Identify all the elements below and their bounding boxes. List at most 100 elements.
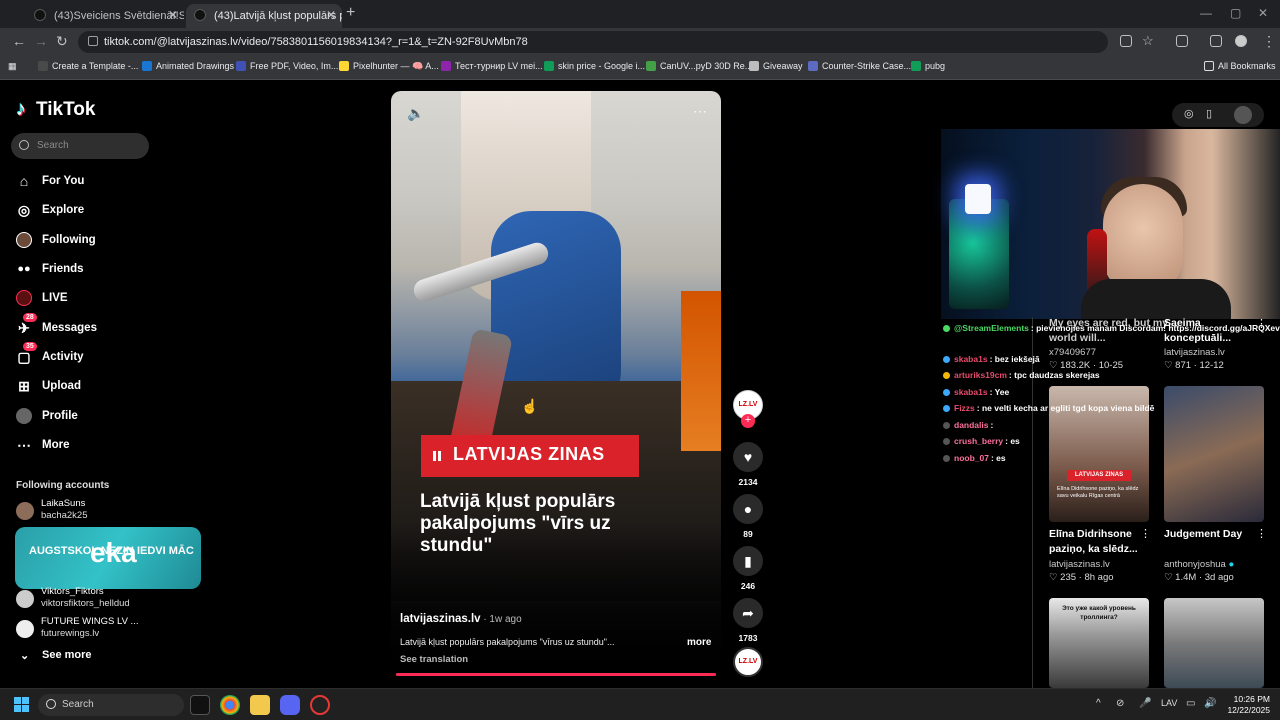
browser-tab-active[interactable]: (43)Latvijā kļust populārs pakal ✕ [186, 4, 342, 28]
taskbar-clock[interactable]: 10:26 PM 12/22/2025 [1222, 694, 1270, 716]
share-button[interactable]: ➦ 1783 [733, 598, 763, 643]
grid-card-thumbnail[interactable] [1164, 598, 1264, 688]
bookmark-item[interactable]: pubg [911, 61, 945, 71]
coin-icon[interactable]: ◎ [1184, 107, 1194, 120]
bookmark-item[interactable]: Giveaway [749, 61, 803, 71]
device-icon[interactable]: ▯ [1206, 107, 1212, 120]
see-more-button[interactable]: ⌄ See more [16, 649, 92, 662]
taskbar-search[interactable]: Search [38, 694, 184, 716]
grid-card-title[interactable]: Judgement Day [1164, 527, 1264, 542]
all-bookmarks-button[interactable]: All Bookmarks [1204, 61, 1276, 71]
bookmark-item[interactable]: Free PDF, Video, Im... [236, 61, 338, 71]
like-count: 2134 [738, 477, 758, 487]
file-explorer-icon[interactable] [250, 695, 270, 715]
grid-card-author[interactable]: latvijaszinas.lv [1049, 559, 1110, 570]
nav-friends[interactable]: ●● Friends [16, 258, 83, 282]
card-kebab-icon[interactable]: ⋮ [1256, 527, 1267, 540]
search-input[interactable]: Search [11, 133, 149, 159]
address-bar[interactable]: tiktok.com/@latvijaszinas.lv/video/75838… [78, 31, 1108, 53]
browser-title-bar: (43)Sveiciens SvētdienāI!Sveicien ✕ (43)… [0, 0, 1280, 28]
nav-upload[interactable]: ⊞ Upload [16, 375, 81, 399]
following-account[interactable]: LaikaSuns bacha2k25 [16, 498, 87, 522]
close-tab-icon[interactable]: ✕ [168, 8, 178, 22]
bookmark-item[interactable]: Тест-турнир LV mei... [441, 61, 543, 71]
extensions-icon[interactable] [1176, 35, 1188, 47]
profile-icon [16, 408, 32, 424]
save-button[interactable]: ▮ 246 [733, 546, 763, 591]
profile-avatar-icon[interactable] [1235, 35, 1247, 47]
tray-volume-icon[interactable]: 🔊 [1204, 698, 1216, 709]
back-icon[interactable]: ← [12, 33, 26, 49]
new-tab-button[interactable]: + [346, 4, 355, 22]
grid-card-thumbnail[interactable]: Это уже какой уровень троллинга? [1049, 598, 1149, 688]
nav-following[interactable]: Following [16, 229, 96, 253]
volume-icon[interactable]: 🔈 [407, 105, 424, 122]
bookmark-item[interactable]: Create a Template -... [38, 61, 138, 71]
see-translation-button[interactable]: See translation [400, 654, 468, 665]
site-info-icon[interactable] [88, 36, 98, 46]
close-window-icon[interactable]: ✕ [1258, 6, 1268, 20]
tiktok-logo[interactable]: ♪ TikTok [16, 98, 95, 121]
reading-list-icon[interactable] [1210, 35, 1222, 47]
more-options-icon[interactable]: ⋯ [693, 103, 707, 120]
account-handle: viktorsfiktors_helldud [41, 598, 130, 609]
browser-tab[interactable]: (43)Sveiciens SvētdienāI!Sveicien ✕ [26, 4, 184, 28]
close-tab-icon[interactable]: ✕ [326, 8, 336, 22]
tray-chevron-icon[interactable]: ^ [1096, 698, 1101, 709]
tray-mic-icon[interactable]: 🎤 [1139, 698, 1151, 709]
chat-badge-icon [943, 389, 950, 396]
language-indicator[interactable]: LAV [1161, 698, 1177, 708]
following-account[interactable]: Viktors_Fiktors viktorsfiktors_helldud [16, 586, 130, 610]
tray-network-icon[interactable]: ⊘ [1116, 698, 1124, 709]
card-kebab-icon[interactable]: ⋮ [1140, 527, 1151, 540]
cast-icon[interactable] [1120, 35, 1132, 47]
chat-badge-icon [943, 422, 950, 429]
tiktok-note-icon: ♪ [16, 98, 26, 120]
caption-more-button[interactable]: more [687, 637, 711, 648]
bookmark-item[interactable]: CanUV...pyD 30D Re... [646, 61, 752, 71]
following-account[interactable]: FUTURE WINGS LV ... futurewings.lv [16, 616, 138, 640]
user-avatar[interactable] [1234, 106, 1252, 124]
windows-start-icon[interactable] [14, 697, 30, 713]
task-view-icon[interactable] [190, 695, 210, 715]
video-author[interactable]: latvijaszinas.lv · 1w ago [400, 613, 522, 625]
search-icon [46, 699, 56, 709]
bookmark-item[interactable]: skin price - Google i... [544, 61, 645, 71]
apps-grid-icon[interactable]: ▦ [8, 61, 17, 72]
forward-icon[interactable]: → [34, 33, 48, 49]
discord-icon[interactable] [280, 695, 300, 715]
grid-card-author[interactable]: latvijaszinas.lv [1164, 347, 1225, 358]
heart-icon: ♥ [733, 442, 763, 472]
chrome-icon[interactable] [220, 695, 240, 715]
nav-profile[interactable]: Profile [16, 405, 78, 429]
grid-card-thumbnail[interactable] [1164, 386, 1264, 522]
bookmark-item[interactable]: Animated Drawings [142, 61, 234, 71]
bookmark-item[interactable]: Counter-Strike Case... [808, 61, 911, 71]
grid-card-author[interactable]: x79409677 [1049, 347, 1096, 358]
nav-explore[interactable]: ◎ Explore [16, 199, 84, 223]
chat-message: crush_berry: es [943, 436, 1020, 446]
nav-live[interactable]: LIVE [16, 287, 68, 311]
reload-icon[interactable]: ↻ [56, 33, 68, 50]
streamer-face [1103, 184, 1183, 294]
nav-more[interactable]: ⋯ More [16, 434, 69, 458]
video-progress-bar[interactable] [396, 673, 716, 676]
nav-for-you[interactable]: ⌂ For You [16, 170, 85, 194]
follow-plus-icon[interactable]: + [741, 414, 755, 428]
comment-button[interactable]: ● 89 [733, 494, 763, 539]
tray-wifi-icon[interactable]: ▭ [1186, 698, 1195, 709]
grid-card-author[interactable]: anthonyjoshua ● [1164, 559, 1234, 570]
like-button[interactable]: ♥ 2134 [733, 442, 763, 487]
grid-card-title[interactable]: Elīna Didrihsone paziņo, ka slēdz... [1049, 527, 1149, 557]
nav-messages[interactable]: ✈ 28 Messages [16, 313, 97, 341]
bookmark-star-icon[interactable]: ☆ [1142, 33, 1154, 49]
video-player[interactable]: 🔈 ⋯ LATVIJAS ZINAS Latvijā kļust populār… [391, 91, 721, 677]
bookmark-item[interactable]: Pixelhunter — 🧠 A... [339, 61, 439, 72]
maximize-icon[interactable]: ▢ [1230, 6, 1241, 20]
menu-kebab-icon[interactable]: ⋮ [1262, 33, 1276, 50]
music-disc[interactable]: LZ.LV [733, 647, 763, 677]
minimize-icon[interactable]: — [1200, 6, 1212, 20]
nav-activity[interactable]: ▢ 35 Activity [16, 342, 84, 370]
app-icon[interactable] [310, 695, 330, 715]
account-name: LaikaSuns [41, 498, 86, 509]
